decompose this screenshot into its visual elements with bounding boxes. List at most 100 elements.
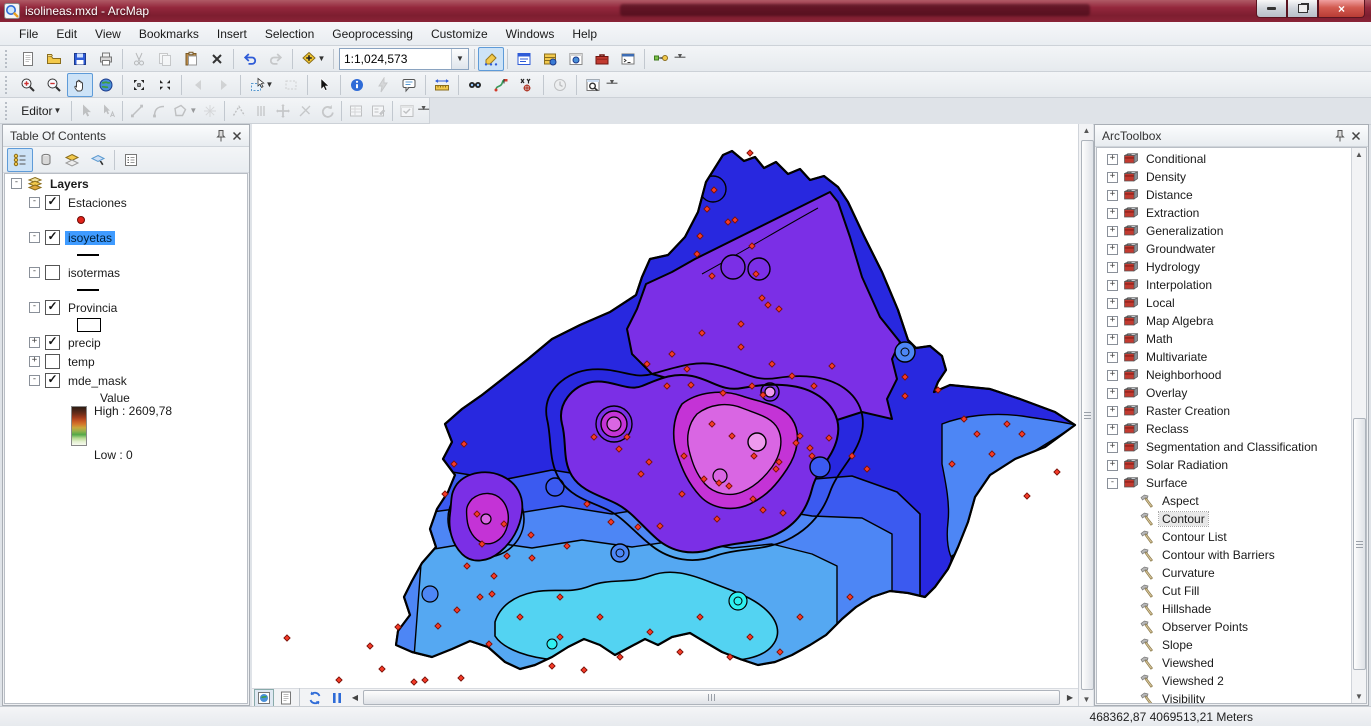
data-view-button[interactable] [254, 689, 274, 707]
tool-viewshed-2[interactable]: Viewshed 2 [1097, 672, 1366, 690]
layer-label[interactable]: precip [65, 336, 104, 350]
toolbox-label[interactable]: Overlay [1143, 386, 1190, 400]
expand-icon[interactable]: + [1107, 460, 1118, 471]
expand-icon[interactable]: + [29, 356, 40, 367]
tool-contour[interactable]: Contour [1097, 510, 1366, 528]
search-button[interactable] [563, 47, 589, 71]
toolbox-label[interactable]: Density [1143, 170, 1189, 184]
toolbox-label[interactable]: Neighborhood [1143, 368, 1224, 382]
menu-view[interactable]: View [86, 24, 130, 44]
hyperlink-button[interactable] [370, 73, 396, 97]
expand-icon[interactable]: + [1107, 280, 1118, 291]
expand-icon[interactable]: + [1107, 442, 1118, 453]
toolbox-multivariate[interactable]: +Multivariate [1097, 348, 1366, 366]
editor-toolbar-toggle[interactable] [478, 47, 504, 71]
toc-pin-icon[interactable] [213, 128, 229, 144]
scroll-down-icon[interactable]: ▼ [1079, 695, 1094, 704]
toolbox-groundwater[interactable]: +Groundwater [1097, 240, 1366, 258]
snapping-tool[interactable] [199, 99, 221, 123]
menu-selection[interactable]: Selection [256, 24, 323, 44]
collapse-icon[interactable]: - [11, 178, 22, 189]
toolbox-label[interactable]: Hydrology [1143, 260, 1203, 274]
tool-slope[interactable]: Slope [1097, 636, 1366, 654]
table-of-contents-button[interactable] [511, 47, 537, 71]
forward-extent-button[interactable] [211, 73, 237, 97]
editor-menu-button[interactable]: Editor▼ [14, 99, 68, 123]
expand-icon[interactable]: + [1107, 298, 1118, 309]
expand-icon[interactable]: + [1107, 352, 1118, 363]
chevron-down-icon[interactable]: ▼ [451, 49, 468, 69]
tool-viewshed[interactable]: Viewshed [1097, 654, 1366, 672]
tool-curvature[interactable]: Curvature [1097, 564, 1366, 582]
toc-layer-provincia[interactable]: -✓Provincia [5, 298, 247, 317]
toolbox-reclass[interactable]: +Reclass [1097, 420, 1366, 438]
toolbox-neighborhood[interactable]: +Neighborhood [1097, 366, 1366, 384]
collapse-icon[interactable]: - [29, 232, 40, 243]
menu-bookmarks[interactable]: Bookmarks [130, 24, 208, 44]
map-vscroll-thumb[interactable] [1081, 140, 1094, 690]
sketch-properties-button[interactable] [367, 99, 389, 123]
pause-drawing-button[interactable] [327, 689, 347, 707]
map-hscroll-thumb[interactable] [363, 690, 1060, 705]
toolbox-map-algebra[interactable]: +Map Algebra [1097, 312, 1366, 330]
toolbox-label[interactable]: Extraction [1143, 206, 1202, 220]
toolbox-interpolation[interactable]: +Interpolation [1097, 276, 1366, 294]
collapse-icon[interactable]: - [29, 197, 40, 208]
measure-button[interactable] [429, 73, 455, 97]
menu-file[interactable]: File [10, 24, 47, 44]
layer-label[interactable]: isoyetas [65, 231, 115, 245]
pan-button[interactable] [67, 73, 93, 97]
toolbox-surface[interactable]: -Surface [1097, 474, 1366, 492]
minimize-button[interactable] [1256, 0, 1287, 18]
expand-icon[interactable]: + [1107, 406, 1118, 417]
toolbox-label[interactable]: Math [1143, 332, 1176, 346]
tool-aspect[interactable]: Aspect [1097, 492, 1366, 510]
menu-help[interactable]: Help [563, 24, 606, 44]
expand-icon[interactable]: + [1107, 172, 1118, 183]
redo-button[interactable] [263, 47, 289, 71]
layer-label[interactable]: isotermas [65, 266, 123, 280]
list-by-visibility-button[interactable] [59, 148, 85, 172]
toolbox-label[interactable]: Distance [1143, 188, 1196, 202]
expand-icon[interactable]: + [1107, 424, 1118, 435]
tool-observer-points[interactable]: Observer Points [1097, 618, 1366, 636]
map-vertical-scrollbar[interactable]: ▲ ▼ [1078, 124, 1093, 706]
tool-label[interactable]: Observer Points [1159, 620, 1251, 634]
layer-visibility-checkbox[interactable]: ✓ [45, 230, 60, 245]
edit-tool[interactable] [75, 99, 97, 123]
toolbox-solar-radiation[interactable]: +Solar Radiation [1097, 456, 1366, 474]
arctoolbox-button[interactable] [589, 47, 615, 71]
expand-icon[interactable]: + [1107, 208, 1118, 219]
toolbox-label[interactable]: Groundwater [1143, 242, 1218, 256]
toc-layer-isoyetas[interactable]: -✓ isoyetas [5, 228, 247, 247]
layer-visibility-checkbox[interactable]: ✓ [45, 300, 60, 315]
rotate-tool[interactable] [316, 99, 338, 123]
catalog-button[interactable] [537, 47, 563, 71]
modelbuilder-button[interactable] [648, 47, 674, 71]
map-scale-combo[interactable]: ▼ [339, 48, 469, 70]
split-tool[interactable] [250, 99, 272, 123]
toc-layer-precip[interactable]: +✓precip [5, 333, 247, 352]
find-button[interactable] [462, 73, 488, 97]
toolbox-local[interactable]: +Local [1097, 294, 1366, 312]
tool-contour-with-barriers[interactable]: Contour with Barriers [1097, 546, 1366, 564]
toc-layer-temp[interactable]: +temp [5, 352, 247, 371]
expand-icon[interactable]: + [1107, 388, 1118, 399]
toolbox-distance[interactable]: + Distance [1097, 186, 1366, 204]
time-slider-button[interactable] [547, 73, 573, 97]
layer-visibility-checkbox[interactable] [45, 265, 60, 280]
new-map-button[interactable] [15, 47, 41, 71]
layer-label[interactable]: Estaciones [65, 196, 130, 210]
html-popup-button[interactable] [396, 73, 422, 97]
tool-label[interactable]: Viewshed 2 [1159, 674, 1227, 688]
move-tool[interactable] [272, 99, 294, 123]
cut-polygons-tool[interactable] [294, 99, 316, 123]
map-scale-input[interactable] [340, 52, 451, 66]
layer-visibility-checkbox[interactable]: ✓ [45, 373, 60, 388]
print-button[interactable] [93, 47, 119, 71]
toolbox-density[interactable]: + Density [1097, 168, 1366, 186]
toolbox-label[interactable]: Conditional [1143, 152, 1209, 166]
toolbox-label[interactable]: Raster Creation [1143, 404, 1233, 418]
menu-windows[interactable]: Windows [497, 24, 564, 44]
expand-icon[interactable]: + [1107, 190, 1118, 201]
